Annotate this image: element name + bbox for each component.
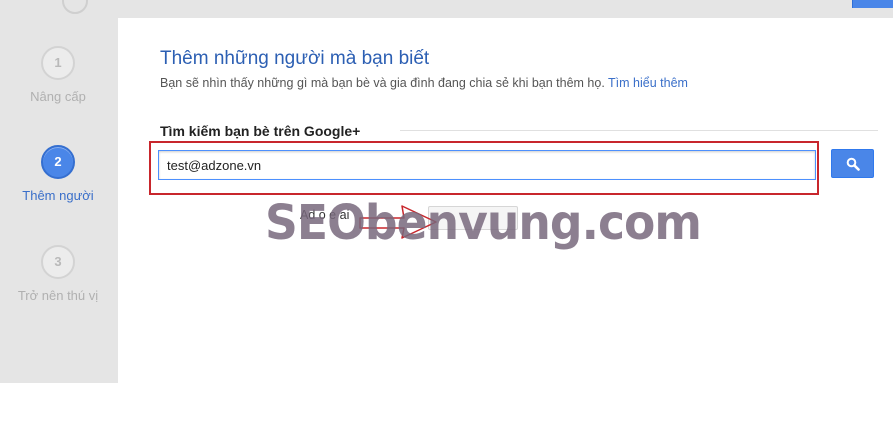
subtitle-text: Bạn sẽ nhìn thấy những gì mà bạn bè và g… (160, 76, 605, 90)
section-divider (400, 130, 878, 131)
step-get-interesting[interactable]: 3 Trở nên thú vị (0, 245, 116, 303)
page-subtitle: Bạn sẽ nhìn thấy những gì mà bạn bè và g… (160, 76, 688, 90)
search-button[interactable] (831, 149, 874, 178)
step-number: 2 (41, 145, 75, 179)
step-label: Trở nên thú vị (17, 288, 99, 303)
search-heading: Tìm kiếm bạn bè trên Google+ (160, 123, 361, 139)
step-add-people[interactable]: 2 Thêm người (0, 145, 116, 203)
step-number: 1 (41, 46, 75, 80)
watermark: SEObenvung.com (265, 195, 702, 251)
step-label: Nâng cấp (30, 89, 86, 104)
page-title: Thêm những người mà bạn biết (160, 48, 430, 69)
step-upgrade[interactable]: 1 Nâng cấp (0, 46, 116, 104)
step-label: Thêm người (22, 188, 94, 203)
steps-sidebar: 1 Nâng cấp 2 Thêm người 3 Trở nên thú vị (0, 18, 118, 383)
step-number: 3 (41, 245, 75, 279)
top-bar-accent (852, 0, 893, 8)
search-icon (846, 157, 860, 171)
top-bar (0, 0, 893, 18)
top-bar-circle-icon (62, 0, 88, 14)
friend-search-input[interactable] (158, 150, 816, 180)
learn-more-link[interactable]: Tìm hiểu thêm (608, 76, 688, 90)
